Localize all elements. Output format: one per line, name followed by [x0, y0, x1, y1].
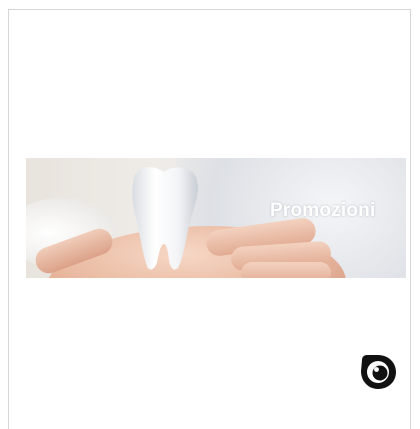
hand-finger [241, 262, 331, 278]
eye-icon [361, 355, 396, 389]
banner-title: Promozioni [270, 200, 376, 221]
view-button[interactable] [358, 352, 398, 392]
tooth-icon [132, 167, 198, 270]
promotions-banner[interactable]: Promozioni [26, 158, 406, 278]
